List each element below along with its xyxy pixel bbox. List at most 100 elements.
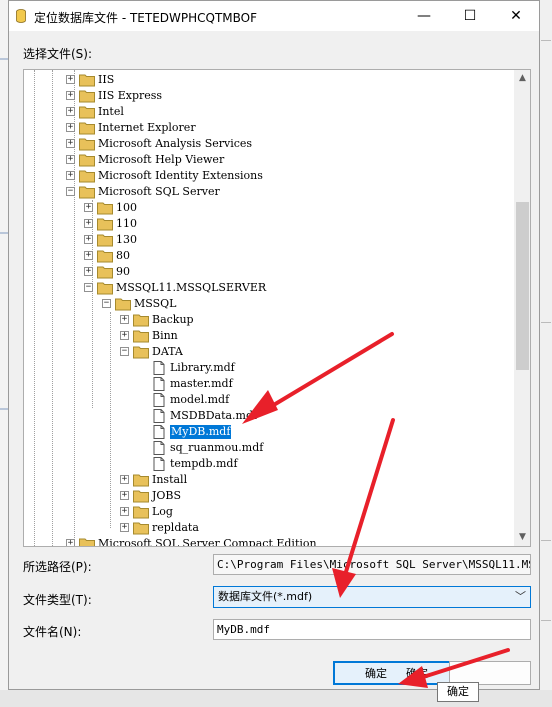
file-tree[interactable]: + IIS + IIS Express + Intel + Internet Explorer… [23, 69, 531, 547]
collapse-minus-icon[interactable]: − [84, 283, 93, 292]
expand-plus-icon[interactable]: + [84, 251, 93, 260]
tree-folder-item[interactable]: − DATA [24, 344, 504, 360]
tree-folder-item[interactable]: + Internet Explorer [24, 120, 504, 136]
expand-plus-icon[interactable]: + [66, 91, 75, 100]
expand-plus-icon[interactable]: + [84, 235, 93, 244]
tree-item-label: model.mdf [170, 393, 230, 406]
folder-icon [133, 346, 149, 359]
expand-plus-icon[interactable]: + [84, 267, 93, 276]
expand-plus-icon[interactable]: + [120, 523, 129, 532]
tree-item-label: Library.mdf [170, 361, 235, 374]
tree-folder-item[interactable]: +90 [24, 264, 504, 280]
tree-item-label: MSSQL11.MSSQLSERVER [116, 281, 267, 294]
tree-item-label: MSDBData.mdf [170, 409, 258, 422]
tree-folder-item[interactable]: + Microsoft Analysis Services [24, 136, 504, 152]
file-name-input[interactable]: MyDB.mdf [213, 619, 531, 640]
tree-folder-item[interactable]: + Microsoft SQL Server Compact Edition [24, 536, 504, 546]
tree-folder-item[interactable]: + Install [24, 472, 504, 488]
tree-folder-item[interactable]: + repldata [24, 520, 504, 536]
chevron-down-icon[interactable]: ﹀ [515, 587, 526, 607]
tree-scrollbar[interactable]: ▲ ▼ [514, 70, 530, 546]
selected-path-field[interactable]: C:\Program Files\Microsoft SQL Server\MS… [213, 554, 531, 575]
collapse-minus-icon[interactable]: − [102, 299, 111, 308]
ok-button[interactable]: 确定 确定 [333, 661, 453, 685]
expand-plus-icon[interactable]: + [66, 139, 75, 148]
expand-plus-icon[interactable]: + [120, 475, 129, 484]
scroll-up-arrow-icon[interactable]: ▲ [514, 70, 530, 87]
tree-folder-item[interactable]: +130 [24, 232, 504, 248]
tree-item-label: sq_ruanmou.mdf [170, 441, 264, 454]
tree-item-label: Microsoft SQL Server Compact Edition [98, 537, 317, 546]
folder-icon [79, 106, 95, 119]
file-icon [153, 425, 165, 439]
folder-icon [97, 234, 113, 247]
tree-folder-item[interactable]: + JOBS [24, 488, 504, 504]
folder-icon [115, 298, 131, 311]
tree-folder-item[interactable]: +100 [24, 200, 504, 216]
tree-folder-item[interactable]: + IIS [24, 72, 504, 88]
tree-folder-item[interactable]: − MSSQL11.MSSQLSERVER [24, 280, 504, 296]
collapse-minus-icon[interactable]: − [66, 187, 75, 196]
tree-folder-item[interactable]: + Intel [24, 104, 504, 120]
tree-folder-item[interactable]: + Log [24, 504, 504, 520]
tree-item-label: 90 [116, 265, 130, 278]
tree-folder-item[interactable]: + Microsoft Identity Extensions [24, 168, 504, 184]
tree-folder-item[interactable]: − MSSQL [24, 296, 504, 312]
expand-plus-icon[interactable]: + [66, 107, 75, 116]
maximize-button[interactable]: ☐ [447, 1, 493, 31]
background-mark [0, 408, 8, 410]
tree-folder-item[interactable]: +80 [24, 248, 504, 264]
folder-icon [79, 538, 95, 546]
tree-item-label: 80 [116, 249, 130, 262]
expand-plus-icon[interactable]: + [66, 171, 75, 180]
tree-file-item[interactable]: MyDB.mdf [24, 424, 504, 440]
tree-item-label: JOBS [152, 489, 182, 502]
expand-plus-icon[interactable]: + [66, 539, 75, 546]
collapse-minus-icon[interactable]: − [120, 347, 129, 356]
tree-folder-item[interactable]: + Microsoft Help Viewer [24, 152, 504, 168]
tree-item-label: master.mdf [170, 377, 233, 390]
tree-item-label: Microsoft Identity Extensions [98, 169, 263, 182]
expand-plus-icon[interactable]: + [66, 75, 75, 84]
tree-folder-item[interactable]: − Microsoft SQL Server [24, 184, 504, 200]
tree-folder-item[interactable]: +110 [24, 216, 504, 232]
minimize-button[interactable]: — [401, 1, 447, 31]
scrollbar-thumb[interactable] [516, 202, 529, 370]
folder-icon [133, 490, 149, 503]
background-mark [0, 232, 8, 234]
tree-file-item[interactable]: MSDBData.mdf [24, 408, 504, 424]
tree-file-item[interactable]: Library.mdf [24, 360, 504, 376]
scroll-down-arrow-icon[interactable]: ▼ [514, 529, 530, 546]
file-type-selected-value: 数据库文件(*.mdf) [218, 590, 313, 603]
background-mark [541, 322, 551, 323]
folder-icon [97, 250, 113, 263]
file-icon [153, 393, 165, 407]
select-file-label: 选择文件(S): [23, 47, 93, 61]
background-mark [541, 620, 551, 621]
tree-file-item[interactable]: sq_ruanmou.mdf [24, 440, 504, 456]
file-type-select[interactable]: 数据库文件(*.mdf) ﹀ [213, 586, 531, 608]
tree-file-item[interactable]: tempdb.mdf [24, 456, 504, 472]
expand-plus-icon[interactable]: + [120, 507, 129, 516]
title-bar[interactable]: 定位数据库文件 - TETEDWPHCQTMBOF — ☐ ✕ [9, 1, 539, 31]
expand-plus-icon[interactable]: + [120, 315, 129, 324]
close-button[interactable]: ✕ [493, 1, 539, 31]
expand-plus-icon[interactable]: + [120, 491, 129, 500]
tree-folder-item[interactable]: + Binn [24, 328, 504, 344]
tree-item-label: repldata [152, 521, 199, 534]
expand-plus-icon[interactable]: + [66, 155, 75, 164]
background-mark [0, 58, 8, 60]
tree-file-item[interactable]: master.mdf [24, 376, 504, 392]
ok-button-label: 确定 [365, 667, 387, 680]
tree-folder-item[interactable]: + IIS Express [24, 88, 504, 104]
tree-item-label: Internet Explorer [98, 121, 196, 134]
folder-icon [79, 122, 95, 135]
expand-plus-icon[interactable]: + [120, 331, 129, 340]
tree-file-item[interactable]: model.mdf [24, 392, 504, 408]
expand-plus-icon[interactable]: + [84, 219, 93, 228]
tree-folder-item[interactable]: + Backup [24, 312, 504, 328]
folder-icon [79, 186, 95, 199]
expand-plus-icon[interactable]: + [66, 123, 75, 132]
expand-plus-icon[interactable]: + [84, 203, 93, 212]
tree-item-label: 130 [116, 233, 137, 246]
